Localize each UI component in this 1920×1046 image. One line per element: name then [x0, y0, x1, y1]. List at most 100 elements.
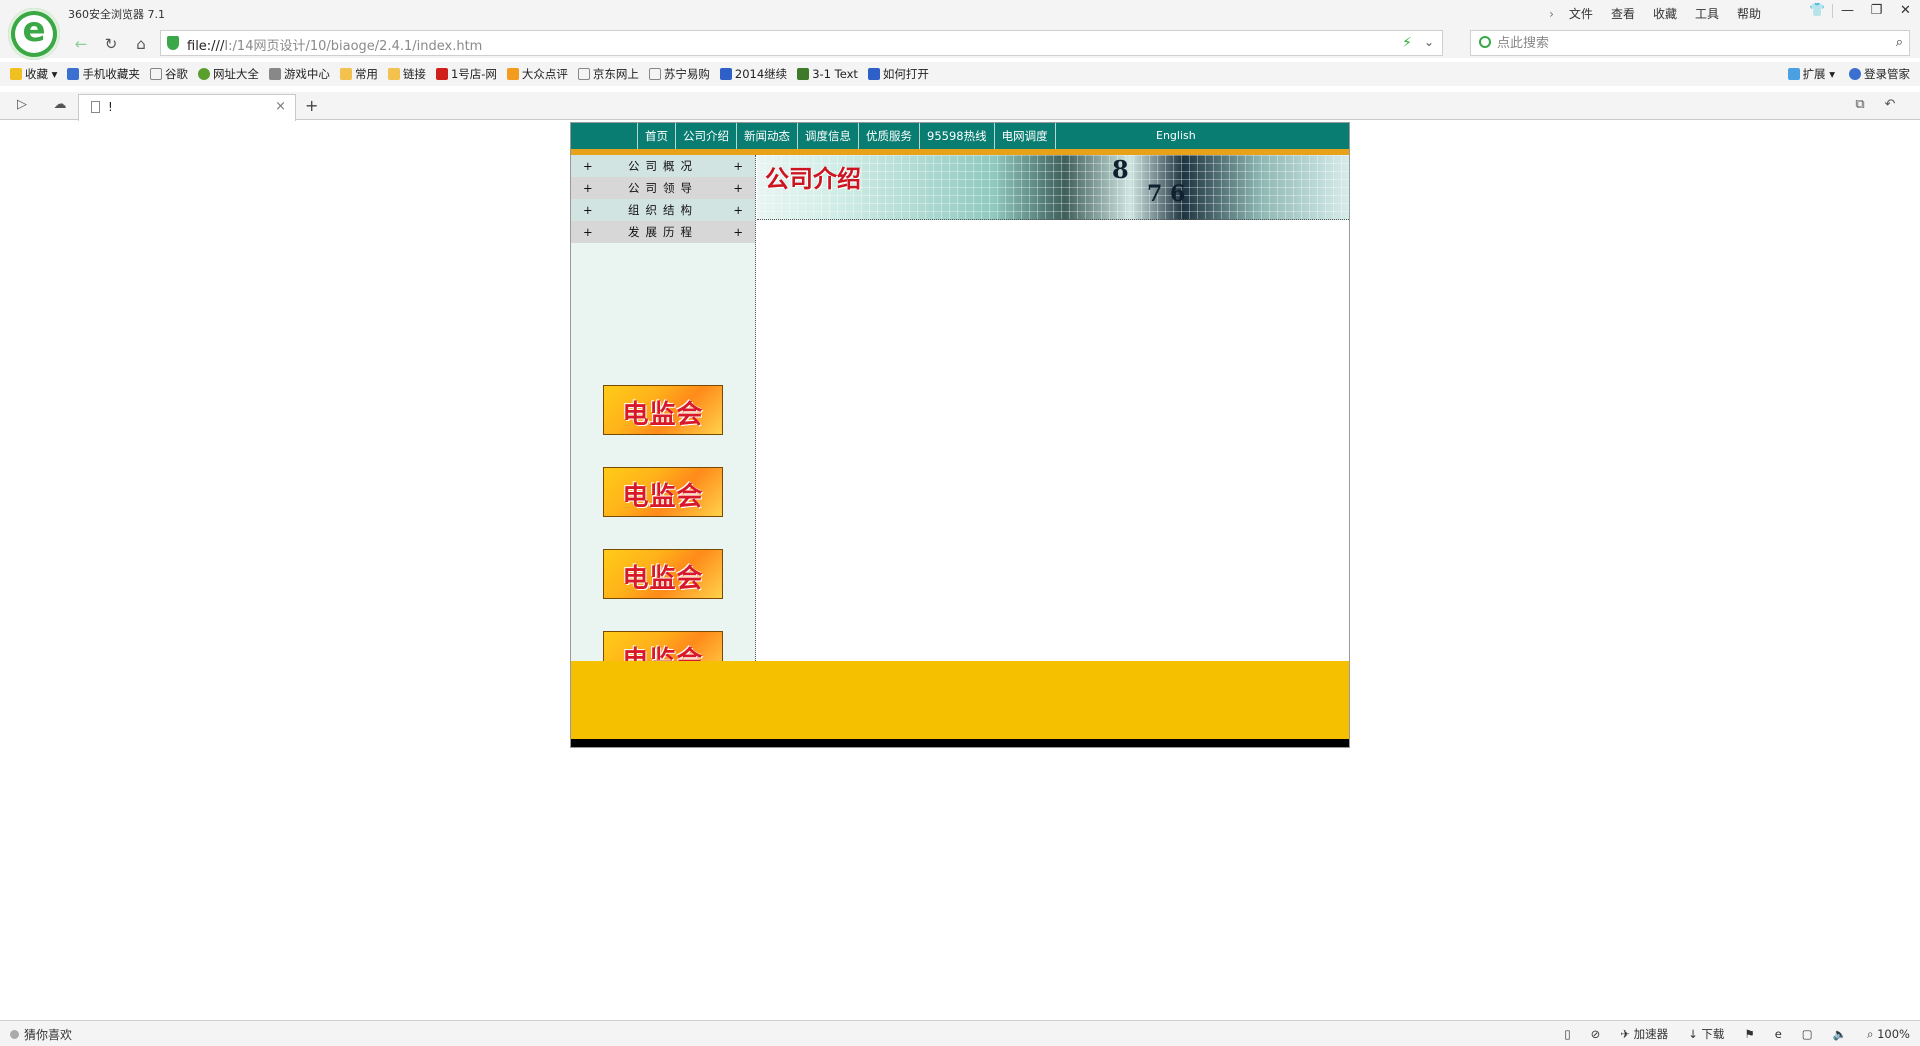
- extension-icon: [1787, 68, 1800, 80]
- flag-icon[interactable]: ⚑: [1744, 1027, 1754, 1041]
- bookmark-favorites[interactable]: 收藏 ▾: [10, 66, 57, 82]
- undo-close-icon[interactable]: ↶: [1880, 97, 1900, 115]
- bookmark-label: 1号店-网: [450, 67, 497, 81]
- plus-icon: +: [583, 203, 593, 217]
- phone-icon[interactable]: ▯: [1564, 1027, 1570, 1041]
- extensions-label: 扩展: [1802, 67, 1826, 81]
- plus-icon: +: [733, 159, 743, 173]
- url-field[interactable]: file:///I:/14网页设计/10/biaoge/2.4.1/index.…: [160, 30, 1443, 56]
- folder-icon: [339, 68, 352, 80]
- bookmark-item[interactable]: 2014继续: [719, 66, 788, 82]
- bookmark-item[interactable]: 如何打开: [867, 66, 929, 82]
- main-content: [757, 221, 1349, 661]
- nav-hotline[interactable]: 95598热线: [920, 123, 995, 149]
- url-text[interactable]: file:///I:/14网页设计/10/biaoge/2.4.1/index.…: [187, 35, 482, 54]
- gamepad-icon: [268, 68, 281, 80]
- sidebar-toggle-icon[interactable]: ▷: [12, 97, 32, 115]
- bookmark-item[interactable]: 网址大全: [197, 66, 259, 82]
- menu-file[interactable]: 文件: [1560, 4, 1602, 24]
- ad-banner[interactable]: 电监会: [603, 385, 723, 435]
- tab-list-icon[interactable]: ⧉: [1850, 97, 1870, 115]
- nav-english[interactable]: English: [1156, 123, 1196, 149]
- page-icon: [577, 68, 590, 80]
- bookmark-item[interactable]: 链接: [387, 66, 426, 82]
- window-icon[interactable]: ▢: [1802, 1027, 1813, 1041]
- sidebar-item-label: 公司概况: [628, 159, 698, 173]
- extensions-button[interactable]: 扩展 ▾: [1787, 66, 1835, 82]
- search-input[interactable]: [1497, 33, 1867, 53]
- bookmark-label: 手机收藏夹: [82, 67, 140, 81]
- volume-icon[interactable]: 🔈: [1833, 1027, 1847, 1041]
- bookmark-list: 收藏 ▾ 手机收藏夹 谷歌 网址大全 游戏中心 常用 链接 1号店-网 大众点评…: [10, 66, 939, 82]
- close-window-button[interactable]: ✕: [1891, 0, 1920, 22]
- bookmark-item[interactable]: 京东网上: [577, 66, 639, 82]
- minimize-button[interactable]: —: [1833, 0, 1862, 22]
- bookmark-item[interactable]: 大众点评: [506, 66, 568, 82]
- ad-banner[interactable]: 电监会: [603, 467, 723, 517]
- accelerator-label: 加速器: [1633, 1027, 1669, 1041]
- nav-grid-dispatch[interactable]: 电网调度: [995, 123, 1056, 149]
- close-tab-icon[interactable]: ×: [275, 99, 286, 114]
- nav-home[interactable]: 首页: [637, 123, 676, 149]
- search-user-icon: [1849, 68, 1861, 80]
- sidebar-item-history[interactable]: + 发展历程 +: [571, 221, 755, 243]
- baidu-icon: [867, 68, 880, 80]
- lightning-icon[interactable]: ⚡: [1402, 35, 1412, 51]
- bookmark-item[interactable]: 3-1 Text: [797, 66, 858, 82]
- search-box[interactable]: ⌕: [1470, 30, 1910, 56]
- download-button[interactable]: ↓ 下载: [1688, 1026, 1724, 1042]
- bookmark-item[interactable]: 常用: [339, 66, 378, 82]
- address-bar: ← ↻ ⌂ file:///I:/14网页设计/10/biaoge/2.4.1/…: [0, 28, 1920, 58]
- globe-icon: [197, 68, 210, 80]
- menu-tools[interactable]: 工具: [1686, 4, 1728, 24]
- bookmark-item[interactable]: 手机收藏夹: [67, 66, 140, 82]
- ad-banner[interactable]: 电监会: [603, 549, 723, 599]
- restore-button[interactable]: ❐: [1862, 0, 1891, 22]
- menu-view[interactable]: 查看: [1602, 4, 1644, 24]
- web-page: 首页 公司介绍 新闻动态 调度信息 优质服务 95598热线 电网调度 Engl…: [570, 122, 1350, 748]
- chevron-down-icon[interactable]: ⌄: [1424, 35, 1434, 49]
- sidebar-item-overview[interactable]: + 公司概况 +: [571, 155, 755, 177]
- login-manager-button[interactable]: 登录管家: [1849, 66, 1910, 82]
- chevron-right-icon[interactable]: ›: [1543, 4, 1560, 24]
- new-tab-button[interactable]: +: [305, 96, 318, 115]
- nav-company-intro[interactable]: 公司介绍: [676, 123, 737, 149]
- nav-dispatch-info[interactable]: 调度信息: [798, 123, 859, 149]
- yhd-icon: [435, 68, 448, 80]
- tab-active[interactable]: ! ×: [78, 94, 296, 121]
- sidebar-item-structure[interactable]: + 组织结构 +: [571, 199, 755, 221]
- ie-icon[interactable]: e: [1775, 1027, 1782, 1041]
- ad-label: 电监会: [622, 564, 704, 594]
- accelerator-button[interactable]: ✈ 加速器: [1620, 1026, 1668, 1042]
- sidebar: + 公司概况 + + 公司领导 + + 组织结构 + + 发展历程 + 电监会 电监会 电监会 …: [571, 155, 756, 681]
- clean-icon[interactable]: ⊘: [1591, 1027, 1601, 1041]
- url-path: I:/14网页设计/10/biaoge/2.4.1/index.htm: [224, 39, 483, 54]
- bookmark-item[interactable]: 谷歌: [149, 66, 188, 82]
- bookmark-item[interactable]: 苏宁易购: [648, 66, 710, 82]
- bookmark-label: 2014继续: [734, 67, 788, 81]
- search-engine-icon[interactable]: [1479, 36, 1491, 48]
- sidebar-item-label: 发展历程: [628, 225, 698, 239]
- bookmark-item[interactable]: 游戏中心: [268, 66, 330, 82]
- tab-title: !: [108, 100, 113, 114]
- bookmark-item[interactable]: 1号店-网: [435, 66, 497, 82]
- skin-icon[interactable]: 👕: [1803, 0, 1832, 22]
- menu-favorites[interactable]: 收藏: [1644, 4, 1686, 24]
- plus-icon: +: [583, 225, 593, 239]
- back-icon[interactable]: ←: [70, 33, 92, 55]
- login-manager-label: 登录管家: [1864, 67, 1910, 81]
- nav-news[interactable]: 新闻动态: [737, 123, 798, 149]
- cloud-icon[interactable]: ☁: [50, 97, 70, 115]
- bookmark-label: 苏宁易购: [663, 67, 710, 81]
- sidebar-item-leaders[interactable]: + 公司领导 +: [571, 177, 755, 199]
- search-icon[interactable]: ⌕: [1896, 35, 1903, 50]
- bookmark-right-tools: 扩展 ▾ 登录管家: [1774, 66, 1910, 82]
- nav-service[interactable]: 优质服务: [859, 123, 920, 149]
- zoom-button[interactable]: ⌕ 100%: [1867, 1027, 1910, 1042]
- status-right: ▯ ⊘ ✈ 加速器 ↓ 下载 ⚑ e ▢ 🔈 ⌕ 100%: [1544, 1026, 1910, 1042]
- status-left[interactable]: 猜你喜欢: [10, 1026, 72, 1043]
- shield-icon: [167, 36, 179, 50]
- home-icon[interactable]: ⌂: [130, 33, 152, 55]
- refresh-icon[interactable]: ↻: [100, 33, 122, 55]
- menu-help[interactable]: 帮助: [1728, 4, 1770, 24]
